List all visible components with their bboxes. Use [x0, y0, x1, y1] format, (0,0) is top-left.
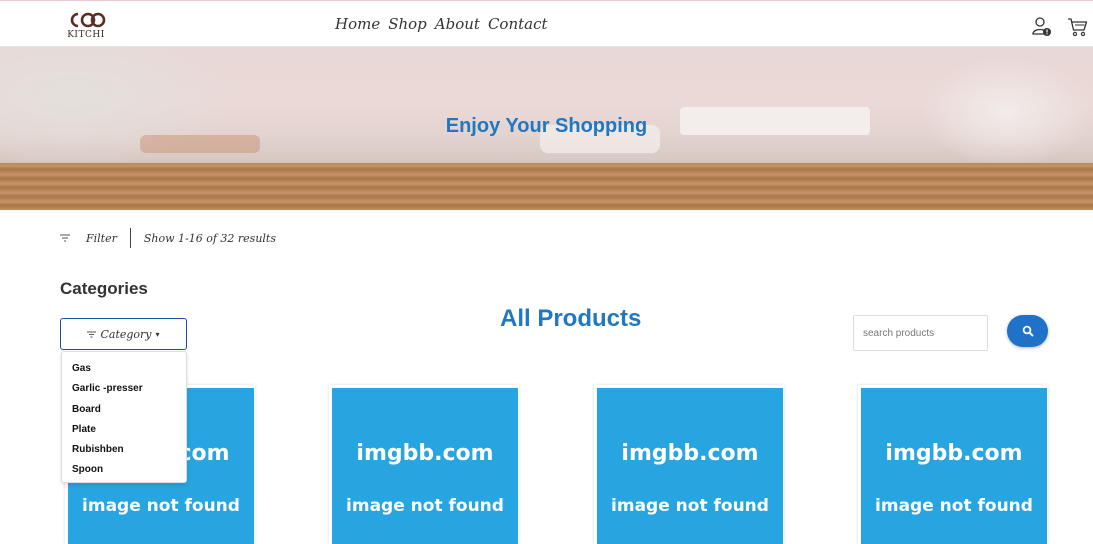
product-card[interactable]: imgbb.com image not found — [594, 385, 784, 544]
category-item-spoon[interactable]: Spoon — [62, 460, 186, 480]
category-item-gas[interactable]: Gas — [62, 359, 186, 379]
filter-divider — [129, 228, 131, 248]
user-icon[interactable] — [1031, 16, 1053, 38]
search-icon — [1022, 325, 1034, 337]
filter-button[interactable]: Filter — [86, 232, 117, 245]
caret-down-icon: ▾ — [155, 329, 160, 339]
all-products-title: All Products — [500, 305, 642, 332]
category-dropdown-menu: Gas Garlic -presser Board Plate Rubishbe… — [61, 351, 187, 483]
image-placeholder-host: imgbb.com — [356, 441, 494, 466]
product-card[interactable]: imgbb.com image not found — [858, 385, 1048, 544]
category-dropdown-button[interactable]: Category ▾ — [60, 318, 187, 350]
filter-lines-icon — [87, 331, 97, 337]
category-item-plate[interactable]: Plate — [62, 420, 186, 440]
product-image: imgbb.com image not found — [861, 388, 1047, 544]
product-card[interactable]: imgbb.com image not found — [329, 385, 519, 544]
logo-mark-icon — [70, 12, 106, 28]
search-button[interactable] — [1007, 315, 1048, 347]
nav-contact[interactable]: Contact — [488, 15, 548, 33]
image-placeholder-message: image not found — [346, 496, 504, 516]
category-item-board[interactable]: Board — [62, 400, 186, 420]
navbar: KITCHI Home Shop About Contact — [0, 1, 1093, 47]
cart-icon[interactable] — [1067, 16, 1089, 38]
image-placeholder-message: image not found — [875, 496, 1033, 516]
image-placeholder-message: image not found — [611, 496, 769, 516]
main-nav: Home Shop About Contact — [335, 15, 548, 33]
product-image: imgbb.com image not found — [597, 388, 783, 544]
hero-banner: Enjoy Your Shopping — [0, 47, 1093, 210]
product-image: imgbb.com image not found — [332, 388, 518, 544]
nav-about[interactable]: About — [435, 15, 480, 33]
hero-background-blur — [920, 57, 1093, 167]
brand-logo[interactable]: KITCHI — [66, 9, 114, 41]
categories-heading: Categories — [60, 279, 148, 298]
nav-shop[interactable]: Shop — [388, 15, 427, 33]
image-placeholder-host: imgbb.com — [885, 441, 1023, 466]
image-placeholder-host: imgbb.com — [621, 441, 759, 466]
category-item-rubishben[interactable]: Rubishben — [62, 440, 186, 460]
category-button-label: Category — [100, 327, 152, 341]
search-input[interactable] — [853, 315, 988, 351]
image-placeholder-message: image not found — [82, 496, 240, 516]
results-count: Show 1-16 of 32 results — [143, 231, 276, 245]
hero-wood-counter — [0, 163, 1093, 210]
filter-icon[interactable] — [60, 234, 70, 242]
nav-home[interactable]: Home — [335, 15, 380, 33]
hero-title: Enjoy Your Shopping — [445, 115, 648, 137]
category-item-garlic-presser[interactable]: Garlic -presser — [62, 379, 186, 399]
filter-bar: Filter Show 1-16 of 32 results — [60, 228, 276, 248]
brand-name: KITCHI — [67, 30, 105, 40]
